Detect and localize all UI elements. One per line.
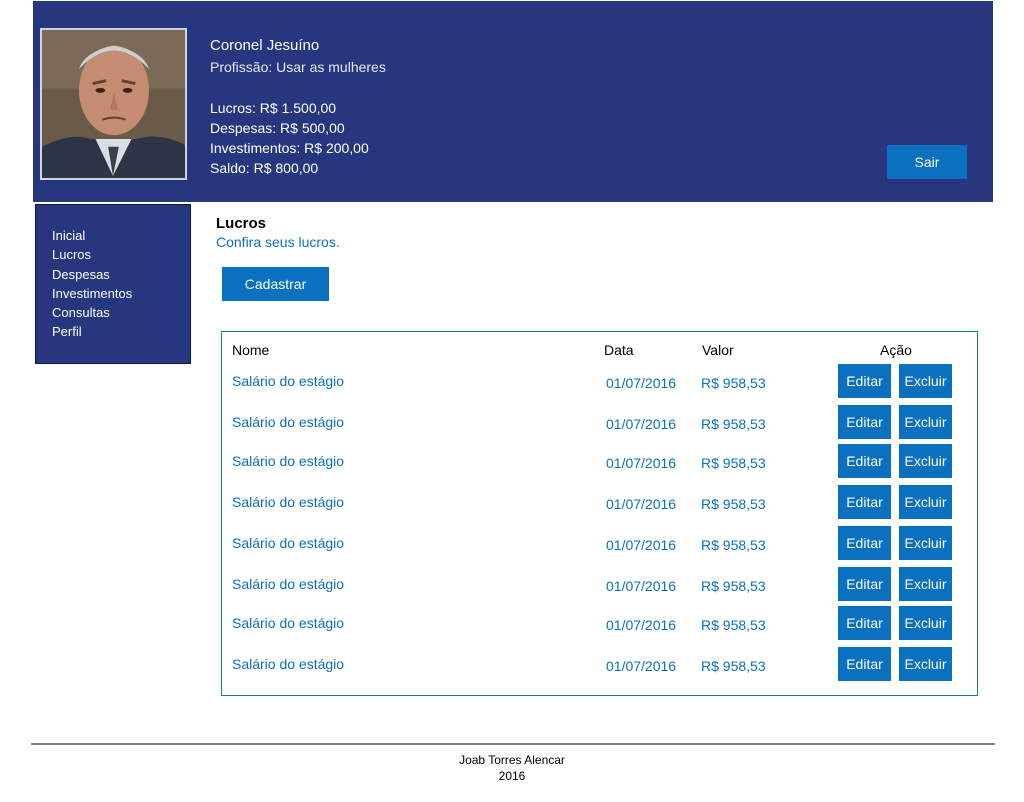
sidebar-menu: Inicial Lucros Despesas Investimentos Co… (35, 204, 191, 364)
delete-button[interactable]: Excluir (899, 647, 952, 681)
delete-button[interactable]: Excluir (899, 567, 952, 601)
edit-button[interactable]: Editar (838, 567, 891, 601)
table-row: Salário do estágio 01/07/2016 R$ 958,53 … (222, 606, 977, 640)
sidebar-item-investimentos[interactable]: Investimentos (36, 284, 190, 303)
sidebar-item-inicial[interactable]: Inicial (36, 226, 190, 245)
row-valor: R$ 958,53 (701, 416, 766, 432)
column-header-data: Data (604, 342, 634, 358)
table-row: Salário do estágio 01/07/2016 R$ 958,53 … (222, 567, 977, 601)
user-name: Coronel Jesuíno (210, 37, 320, 54)
edit-button[interactable]: Editar (838, 606, 891, 640)
row-nome: Salário do estágio (232, 414, 345, 430)
profile-header: Coronel Jesuíno Profissão: Usar as mulhe… (33, 1, 993, 202)
table-row: Salário do estágio 01/07/2016 R$ 958,53 … (222, 444, 977, 478)
row-nome: Salário do estágio (232, 656, 345, 672)
row-data: 01/07/2016 (606, 537, 677, 553)
row-valor: R$ 958,53 (701, 496, 766, 512)
logout-button[interactable]: Sair (887, 145, 967, 179)
delete-button[interactable]: Excluir (899, 405, 952, 439)
page-title: Lucros (216, 215, 267, 232)
sidebar-item-perfil[interactable]: Perfil (36, 322, 190, 341)
table-row: Salário do estágio 01/07/2016 R$ 958,53 … (222, 364, 977, 398)
page-subtitle: Confira seus lucros. (216, 234, 340, 250)
footer-divider (31, 743, 995, 745)
delete-button[interactable]: Excluir (899, 485, 952, 519)
edit-button[interactable]: Editar (838, 485, 891, 519)
row-data: 01/07/2016 (606, 416, 677, 432)
row-nome: Salário do estágio (232, 576, 345, 592)
edit-button[interactable]: Editar (838, 526, 891, 560)
row-valor: R$ 958,53 (701, 375, 766, 391)
delete-button[interactable]: Excluir (899, 444, 952, 478)
summary-saldo: Saldo: R$ 800,00 (210, 160, 319, 176)
row-nome: Salário do estágio (232, 494, 345, 510)
delete-button[interactable]: Excluir (899, 526, 952, 560)
row-valor: R$ 958,53 (701, 455, 766, 471)
edit-button[interactable]: Editar (838, 444, 891, 478)
row-data: 01/07/2016 (606, 617, 677, 633)
edit-button[interactable]: Editar (838, 647, 891, 681)
lucros-table: Nome Data Valor Ação Salário do estágio … (221, 331, 978, 696)
row-valor: R$ 958,53 (701, 658, 766, 674)
sidebar-item-consultas[interactable]: Consultas (36, 303, 190, 322)
column-header-valor: Valor (702, 342, 734, 358)
table-row: Salário do estágio 01/07/2016 R$ 958,53 … (222, 526, 977, 560)
edit-button[interactable]: Editar (838, 364, 891, 398)
row-nome: Salário do estágio (232, 615, 345, 631)
row-valor: R$ 958,53 (701, 578, 766, 594)
row-valor: R$ 958,53 (701, 537, 766, 553)
row-nome: Salário do estágio (232, 373, 345, 389)
profile-photo (42, 30, 185, 178)
row-data: 01/07/2016 (606, 455, 677, 471)
row-nome: Salário do estágio (232, 535, 345, 551)
summary-despesas: Despesas: R$ 500,00 (210, 120, 345, 136)
table-row: Salário do estágio 01/07/2016 R$ 958,53 … (222, 485, 977, 519)
delete-button[interactable]: Excluir (899, 364, 952, 398)
row-valor: R$ 958,53 (701, 617, 766, 633)
avatar (40, 28, 187, 180)
row-data: 01/07/2016 (606, 578, 677, 594)
sidebar-item-lucros[interactable]: Lucros (36, 245, 190, 264)
summary-lucros: Lucros: R$ 1.500,00 (210, 100, 337, 116)
delete-button[interactable]: Excluir (899, 606, 952, 640)
table-row: Salário do estágio 01/07/2016 R$ 958,53 … (222, 405, 977, 439)
summary-investimentos: Investimentos: R$ 200,00 (210, 140, 369, 156)
row-data: 01/07/2016 (606, 658, 677, 674)
row-nome: Salário do estágio (232, 453, 345, 469)
column-header-acao: Ação (880, 342, 912, 358)
edit-button[interactable]: Editar (838, 405, 891, 439)
row-data: 01/07/2016 (606, 375, 677, 391)
row-data: 01/07/2016 (606, 496, 677, 512)
footer-author: Joab Torres Alencar (459, 753, 565, 767)
table-row: Salário do estágio 01/07/2016 R$ 958,53 … (222, 647, 977, 681)
user-profession: Profissão: Usar as mulheres (210, 59, 386, 75)
add-lucro-button[interactable]: Cadastrar (222, 267, 329, 301)
footer-year: 2016 (498, 769, 526, 783)
sidebar-item-despesas[interactable]: Despesas (36, 265, 190, 284)
column-header-nome: Nome (232, 342, 270, 358)
